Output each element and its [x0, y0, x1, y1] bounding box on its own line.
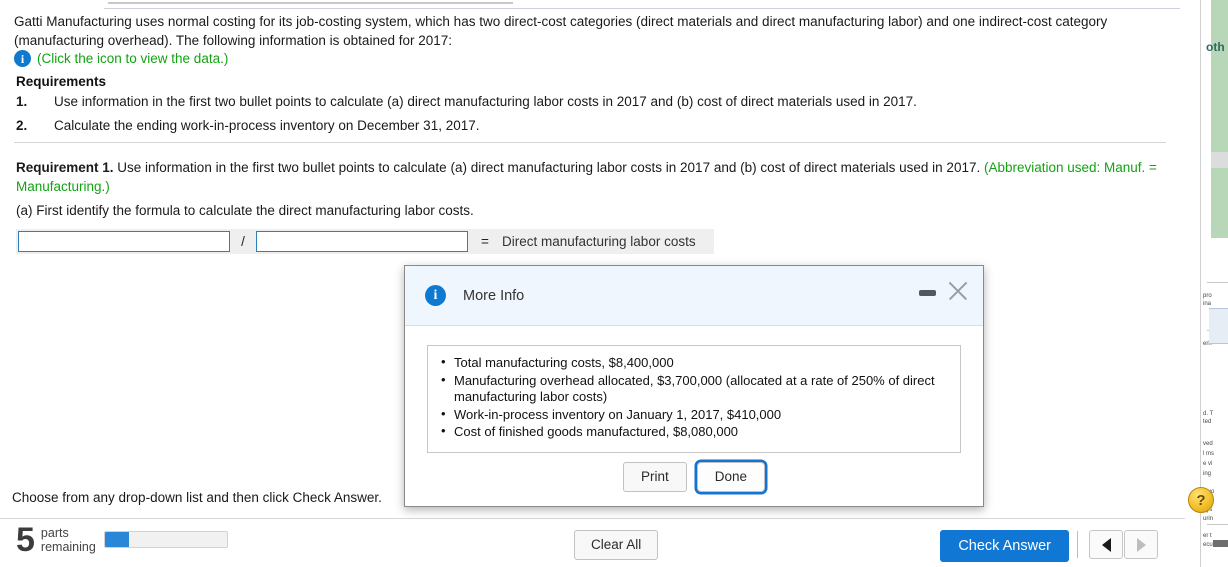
info-icon: i — [425, 285, 446, 306]
panel-scrollbar[interactable] — [1213, 540, 1228, 547]
formula-denominator-input[interactable] — [256, 231, 468, 252]
check-answer-button[interactable]: Check Answer — [940, 530, 1069, 562]
parts-label-line2: remaining — [40, 540, 96, 554]
sub-question-a: (a) First identify the formula to calcul… — [16, 203, 474, 218]
formula-divider-symbol: / — [241, 234, 245, 249]
panel-text-fragment: l ms — [1203, 451, 1214, 457]
print-button[interactable]: Print — [622, 462, 687, 492]
formula-result-label: Direct manufacturing labor costs — [502, 234, 696, 249]
nav-separator — [1077, 531, 1078, 558]
list-item: Total manufacturing costs, $8,400,000 — [440, 354, 948, 372]
requirement-item: 2. Calculate the ending work-in-process … — [16, 117, 1116, 134]
question-prompt: Gatti Manufacturing uses normal costing … — [14, 14, 1108, 48]
parts-remaining: 5 parts remaining — [16, 523, 96, 557]
panel-text-fragment: e vi — [1203, 461, 1213, 467]
info-bullet-box: Total manufacturing costs, $8,400,000 Ma… — [427, 345, 961, 453]
background-panel-sliver: oth pro ina erh d. T ted ved l ms e vi i… — [1200, 0, 1228, 567]
info-bullet-list: Total manufacturing costs, $8,400,000 Ma… — [440, 354, 948, 441]
panel-gray-band — [1211, 152, 1228, 168]
panel-title-fragment: oth — [1206, 40, 1225, 54]
view-data-link-label[interactable]: (Click the icon to view the data.) — [37, 51, 228, 66]
requirement-1-text: Use information in the first two bullet … — [113, 160, 984, 175]
panel-text-fragment: ing — [1203, 471, 1212, 477]
help-button[interactable]: ? — [1188, 487, 1214, 513]
panel-text-fragment: urin — [1203, 516, 1214, 522]
requirement-item: 1. Use information in the first two bull… — [16, 93, 1116, 110]
requirement-number: 1. — [16, 94, 28, 109]
footer-hint: Choose from any drop-down list and then … — [12, 490, 382, 505]
parts-remaining-label: parts remaining — [41, 526, 96, 554]
more-info-dialog: i More Info Total manufacturing costs, $… — [404, 265, 984, 507]
requirement-1-block: Requirement 1. Use information in the fi… — [16, 158, 1166, 196]
minimize-icon[interactable] — [919, 290, 936, 296]
parts-remaining-count: 5 — [16, 521, 35, 559]
previous-question-button[interactable] — [1089, 530, 1123, 559]
panel-rule — [1207, 524, 1228, 525]
panel-green-band-bottom — [1211, 168, 1228, 238]
requirements-heading: Requirements — [16, 74, 107, 89]
formula-equals-symbol: = — [481, 234, 489, 249]
list-item: Work-in-process inventory on January 1, … — [440, 406, 948, 424]
dialog-title: More Info — [463, 287, 525, 304]
progress-bar — [104, 531, 228, 548]
requirement-text: Use information in the first two bullet … — [54, 94, 917, 109]
requirement-text: Calculate the ending work-in-process inv… — [54, 118, 480, 133]
dialog-footer: Print Done — [405, 462, 983, 492]
clear-all-button[interactable]: Clear All — [574, 530, 659, 560]
panel-rule — [1207, 282, 1228, 283]
panel-text-fragment: ecu — [1203, 542, 1213, 548]
close-icon[interactable] — [945, 278, 971, 304]
panel-text-fragment: d. T — [1203, 411, 1214, 417]
panel-text-fragment: ted — [1203, 419, 1212, 425]
panel-text-fragment: ved — [1203, 441, 1213, 447]
formula-numerator-input[interactable] — [18, 231, 230, 252]
dialog-header: i More Info — [405, 266, 983, 326]
list-item: Manufacturing overhead allocated, $3,700… — [440, 372, 948, 406]
parts-label-line1: parts — [40, 526, 69, 540]
panel-highlight-box — [1209, 308, 1228, 344]
done-button[interactable]: Done — [696, 462, 766, 492]
formula-row: / = Direct manufacturing labor costs — [16, 229, 714, 254]
next-question-button[interactable] — [1124, 530, 1158, 559]
page-root: oth pro ina erh d. T ted ved l ms e vi i… — [0, 0, 1228, 567]
section-divider — [14, 142, 1166, 143]
info-icon[interactable]: i — [14, 50, 31, 67]
triangle-left-icon — [1101, 537, 1111, 552]
requirements-list: 1. Use information in the first two bull… — [16, 93, 1116, 141]
panel-text-fragment: pro — [1203, 293, 1212, 299]
footer-toolbar: 5 parts remaining Clear All Check Answer — [0, 519, 1185, 567]
dialog-body: Total manufacturing costs, $8,400,000 Ma… — [405, 326, 983, 453]
requirement-number: 2. — [16, 118, 28, 133]
progress-bar-fill — [105, 532, 130, 547]
list-item: Cost of finished goods manufactured, $8,… — [440, 423, 948, 441]
panel-green-band-top — [1211, 0, 1228, 152]
panel-text-fragment: er t — [1203, 533, 1212, 539]
panel-text-fragment: ina — [1203, 301, 1212, 307]
requirement-1-label: Requirement 1. — [16, 160, 114, 175]
triangle-right-icon — [1136, 537, 1146, 552]
view-data-link-row[interactable]: i (Click the icon to view the data.) — [14, 50, 228, 67]
